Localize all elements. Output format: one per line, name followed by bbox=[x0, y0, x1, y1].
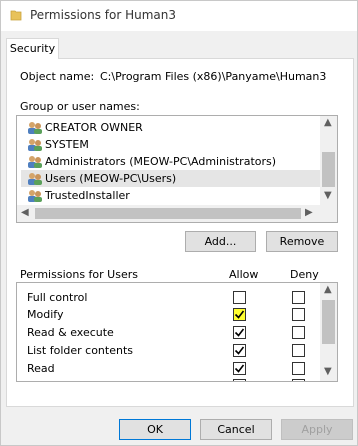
allow-checkbox[interactable] bbox=[233, 379, 246, 382]
allow-checkbox[interactable] bbox=[233, 308, 246, 321]
chevron-left-icon[interactable]: ◀ bbox=[21, 207, 29, 218]
users-icon bbox=[28, 156, 42, 168]
checkmark-icon bbox=[234, 310, 245, 319]
permission-row-modify: Modify bbox=[17, 306, 317, 324]
chevron-right-icon[interactable]: ▶ bbox=[305, 207, 313, 218]
checkmark-icon bbox=[234, 346, 245, 355]
object-name-label: Object name: bbox=[20, 70, 95, 83]
apply-button[interactable]: Apply bbox=[281, 419, 353, 440]
group-vertical-scrollbar[interactable]: ▲ ▼ bbox=[320, 116, 337, 205]
list-item[interactable]: CREATOR OWNER bbox=[21, 119, 321, 136]
deny-checkbox[interactable] bbox=[292, 291, 305, 304]
scrollbar-thumb[interactable] bbox=[322, 300, 335, 344]
cancel-button[interactable]: Cancel bbox=[200, 419, 272, 440]
chevron-down-icon[interactable]: ▼ bbox=[324, 190, 332, 201]
remove-button[interactable]: Remove bbox=[266, 231, 338, 252]
list-item[interactable]: SYSTEM bbox=[21, 136, 321, 153]
ok-button[interactable]: OK bbox=[119, 419, 191, 440]
allow-checkbox[interactable] bbox=[233, 362, 246, 375]
list-item[interactable]: TrustedInstaller bbox=[21, 187, 321, 204]
permission-row-read-execute: Read & execute bbox=[17, 324, 317, 342]
window-title: Permissions for Human3 bbox=[30, 8, 177, 22]
deny-checkbox[interactable] bbox=[292, 308, 305, 321]
permissions-dialog: Permissions for Human3 Security Object n… bbox=[0, 0, 358, 446]
scrollbar-corner bbox=[320, 205, 337, 222]
checkmark-icon bbox=[234, 380, 245, 382]
deny-checkbox[interactable] bbox=[292, 326, 305, 339]
allow-checkbox[interactable] bbox=[233, 344, 246, 357]
permissions-scrollbar[interactable]: ▲ ▼ bbox=[320, 283, 337, 381]
permission-row-full-control: Full control bbox=[17, 289, 317, 307]
users-icon bbox=[28, 139, 42, 151]
chevron-down-icon[interactable]: ▼ bbox=[324, 366, 332, 377]
users-icon bbox=[28, 122, 42, 134]
permissions-title: Permissions for Users bbox=[20, 268, 138, 281]
list-item[interactable]: Administrators (MEOW-PC\Administrators) bbox=[21, 153, 321, 170]
allow-header: Allow bbox=[229, 268, 259, 281]
chevron-up-icon[interactable]: ▲ bbox=[324, 117, 332, 128]
users-icon bbox=[28, 173, 42, 185]
users-icon bbox=[28, 190, 42, 202]
allow-checkbox[interactable] bbox=[233, 326, 246, 339]
object-name-value: C:\Program Files (x86)\Panyame\Human3 bbox=[100, 70, 327, 83]
chevron-up-icon[interactable]: ▲ bbox=[324, 284, 332, 295]
group-user-list[interactable]: CREATOR OWNER SYSTEM Administrators (MEO… bbox=[16, 115, 338, 223]
add-button[interactable]: Add... bbox=[185, 231, 256, 252]
permission-row-list-folder-contents: List folder contents bbox=[17, 342, 317, 360]
scrollbar-thumb[interactable] bbox=[35, 208, 301, 219]
checkmark-icon bbox=[234, 328, 245, 337]
permissions-list: Full control Modify Read & execute List … bbox=[16, 282, 338, 382]
allow-checkbox[interactable] bbox=[233, 291, 246, 304]
deny-checkbox[interactable] bbox=[292, 379, 305, 381]
deny-checkbox[interactable] bbox=[292, 344, 305, 357]
scrollbar-thumb[interactable] bbox=[322, 152, 335, 187]
permission-row-partial bbox=[17, 377, 317, 382]
folder-icon bbox=[10, 10, 22, 21]
tab-security[interactable]: Security bbox=[6, 38, 59, 59]
group-label: Group or user names: bbox=[20, 100, 140, 113]
deny-header: Deny bbox=[290, 268, 319, 281]
list-item[interactable]: Users (MEOW-PC\Users) bbox=[21, 170, 321, 187]
group-horizontal-scrollbar[interactable]: ◀ ▶ bbox=[17, 205, 320, 222]
title-bar: Permissions for Human3 bbox=[1, 1, 357, 31]
permission-row-read: Read bbox=[17, 360, 317, 378]
deny-checkbox[interactable] bbox=[292, 362, 305, 375]
checkmark-icon bbox=[234, 364, 245, 373]
